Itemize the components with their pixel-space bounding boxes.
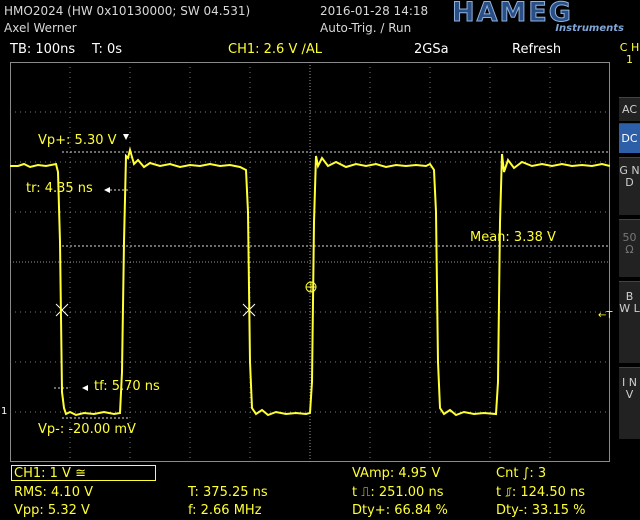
trigger-mode: Auto-Trig. / Run (320, 21, 412, 35)
trigger-level-marker[interactable]: ←T (598, 310, 613, 321)
impedance-50-button[interactable]: 50 Ω (619, 219, 640, 277)
channel-sidebar: C H 1 AC DC G N D 50 Ω B W L I N V (619, 40, 640, 460)
timebase[interactable]: TB: 100ns (10, 42, 75, 57)
device-info: HMO2024 (HW 0x10130000; SW 04.531) (4, 4, 251, 18)
mean-readout: Mean: 3.38 V (470, 230, 556, 245)
coupling-dc-button[interactable]: DC (619, 123, 640, 153)
coupling-gnd-button[interactable]: G N D (619, 157, 640, 215)
period-value: T: 375.25 ns (188, 485, 268, 500)
fall-time-readout: tf: 5.70 ns (94, 379, 160, 394)
time-offset[interactable]: T: 0s (92, 42, 122, 57)
acquisition-mode[interactable]: Refresh (512, 42, 561, 57)
vp-plus-readout: Vp+: 5.30 V (38, 133, 117, 148)
sample-rate: 2GSa (414, 42, 449, 57)
rms-value: RMS: 4.10 V (14, 485, 93, 500)
negative-width-value: t ⎎: 124.50 ns (496, 485, 586, 500)
brand-sub: Instruments (555, 23, 624, 34)
duty-minus-value: Dty-: 33.15 % (496, 503, 586, 518)
datetime: 2016-01-28 14:18 (320, 4, 429, 18)
bandwidth-limit-button[interactable]: B W L (619, 281, 640, 363)
vamp-value: VAmp: 4.95 V (352, 466, 441, 481)
vp-minus-readout: Vp-: -20.00 mV (38, 422, 136, 437)
sidebar-channel-label: C H 1 (619, 41, 640, 66)
invert-button[interactable]: I N V (619, 367, 640, 439)
waveform-display[interactable] (10, 62, 610, 462)
measurement-panel: CH1: 1 V ≅ VAmp: 4.95 V Cnt ∫: 3 RMS: 4.… (0, 463, 640, 520)
ground-level-marker[interactable]: 1 (1, 406, 7, 417)
count-value: Cnt ∫: 3 (496, 466, 547, 481)
status-bar: TB: 100ns T: 0s CH1: 2.6 V ∕AL 2GSa Refr… (0, 40, 614, 60)
positive-width-value: t ⎍: 251.00 ns (352, 485, 444, 500)
vpp-value: Vpp: 5.32 V (14, 503, 90, 518)
channel-scale: CH1: 1 V ≅ (14, 466, 86, 481)
coupling-ac-button[interactable]: AC (619, 97, 640, 121)
hameg-logo: HAMEG Instruments (452, 0, 628, 34)
duty-plus-value: Dty+: 66.84 % (352, 503, 448, 518)
owner-name: Axel Werner (4, 21, 77, 35)
rise-time-readout: tr: 4.35 ns (26, 181, 93, 196)
oscilloscope-screen: HMO2024 (HW 0x10130000; SW 04.531) Axel … (0, 0, 640, 520)
frequency-value: f: 2.66 MHz (188, 503, 262, 518)
channel-setting[interactable]: CH1: 2.6 V ∕AL (228, 42, 322, 57)
